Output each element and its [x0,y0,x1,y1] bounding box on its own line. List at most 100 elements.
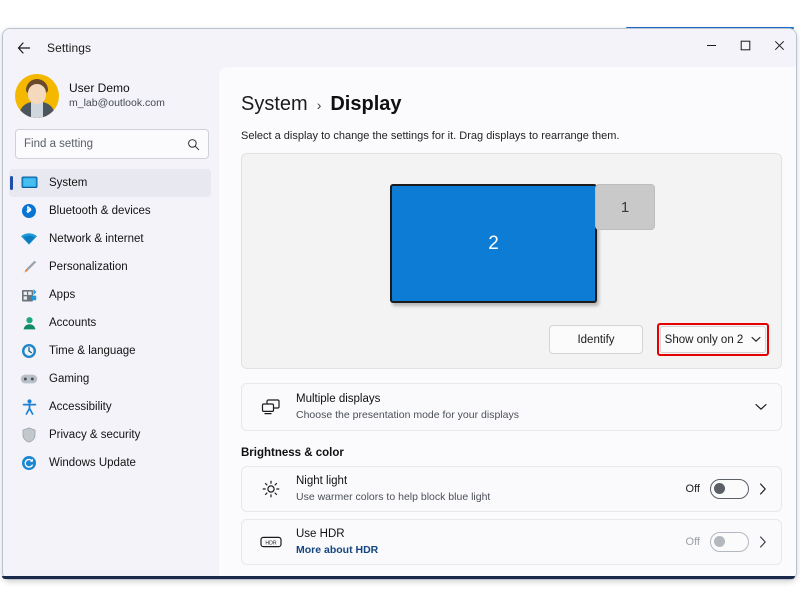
svg-text:HDR: HDR [265,541,276,547]
sidebar-item-system[interactable]: System [9,169,211,197]
row-subtitle: Use warmer colors to help block blue lig… [296,490,491,503]
window-body: User Demo m_lab@outlook.com Find a setti… [3,67,796,579]
monitor-label: 2 [488,232,499,254]
monitor-tile-1[interactable]: 1 [595,184,655,230]
row-text: Multiple displays Choose the presentatio… [296,392,519,422]
projection-highlight-box: Show only on 2 [657,323,769,356]
window-titlebar: Settings [3,29,796,67]
shield-icon [19,426,39,444]
breadcrumb: System › Display [227,67,782,116]
night-light-toggle[interactable] [710,479,749,499]
sidebar-item-label: Windows Update [49,457,136,469]
search-icon [187,138,200,151]
account-text: User Demo m_lab@outlook.com [69,81,165,110]
accessibility-icon [19,398,39,416]
use-hdr-row[interactable]: HDR Use HDR More about HDR Off [241,519,782,565]
settings-window: Settings User Demo m_lab@outlook.com Fin… [2,28,797,580]
sidebar-item-label: System [49,177,88,189]
window-title: Settings [47,41,92,55]
sidebar-item-personalization[interactable]: Personalization [9,253,211,281]
clock-icon [19,342,39,360]
selection-indicator [10,176,13,190]
monitor-label: 1 [620,198,630,216]
breadcrumb-separator: › [316,97,322,113]
page-root: Settings User Demo m_lab@outlook.com Fin… [0,0,800,600]
projection-mode-dropdown[interactable]: Show only on 2 [660,326,766,353]
account-block[interactable]: User Demo m_lab@outlook.com [3,69,219,123]
hdr-toggle[interactable] [710,532,749,552]
sidebar-item-label: Time & language [49,345,136,357]
minimize-button[interactable] [694,29,728,61]
sidebar-item-accounts[interactable]: Accounts [9,309,211,337]
avatar [15,74,59,118]
sidebar-item-label: Gaming [49,373,90,385]
back-button[interactable] [9,33,39,63]
person-icon [19,314,39,332]
sidebar: User Demo m_lab@outlook.com Find a setti… [3,67,219,579]
hdr-icon: HDR [258,535,284,549]
sidebar-item-windows-update[interactable]: Windows Update [9,449,211,477]
sidebar-nav: System Bluetooth & devices Network & int… [3,169,219,477]
account-email: m_lab@outlook.com [69,96,165,109]
projection-mode-value: Show only on 2 [664,333,744,346]
window-bottom-edge [2,576,795,579]
sidebar-item-label: Personalization [49,261,128,273]
chevron-down-icon [751,334,761,346]
row-title: Multiple displays [296,393,381,406]
row-text: Use HDR More about HDR [296,527,378,557]
search-input[interactable] [24,138,187,150]
multiple-displays-row[interactable]: Multiple displays Choose the presentatio… [241,383,782,431]
multiple-displays-icon [258,399,284,415]
back-arrow-icon [17,42,31,54]
minimize-icon [706,44,716,46]
sidebar-item-label: Apps [49,289,76,301]
row-subtitle: Choose the presentation mode for your di… [296,408,519,421]
sidebar-item-time-language[interactable]: Time & language [9,337,211,365]
close-button[interactable] [762,29,796,61]
monitor-canvas: 2 1 [242,176,781,303]
night-light-row[interactable]: Night light Use warmer colors to help bl… [241,466,782,512]
chevron-right-icon[interactable] [759,536,767,548]
monitor-tile-2[interactable]: 2 [390,184,597,303]
panel-actions: Identify Show only on 2 [549,323,769,356]
display-arrangement-panel: 2 1 Identify Show only on 2 [241,153,782,369]
sidebar-item-label: Accounts [49,317,97,329]
bluetooth-icon [19,202,39,220]
maximize-button[interactable] [728,29,762,61]
sidebar-item-apps[interactable]: Apps [9,281,211,309]
sun-icon [258,480,284,498]
search-box[interactable] [15,129,209,159]
night-light-toggle-state: Off [685,483,700,495]
row-title: Night light [296,475,348,488]
breadcrumb-parent[interactable]: System [241,93,308,116]
update-icon [19,454,39,472]
sidebar-item-network-internet[interactable]: Network & internet [9,225,211,253]
section-heading-brightness-color: Brightness & color [241,447,344,459]
hdr-toggle-state: Off [685,536,700,548]
sidebar-item-accessibility[interactable]: Accessibility [9,393,211,421]
row-right: Off [686,479,767,499]
account-name: User Demo [69,81,130,96]
page-title: Display [330,93,402,115]
sidebar-item-label: Bluetooth & devices [49,205,151,217]
window-controls [694,29,796,67]
row-right: Off [686,532,767,552]
sidebar-item-label: Privacy & security [49,429,141,441]
chevron-down-icon[interactable] [755,403,767,411]
row-right [755,403,767,411]
sidebar-item-label: Network & internet [49,233,144,245]
content-pane: System › Display Select a display to cha… [219,67,796,579]
wifi-icon [19,230,39,248]
maximize-icon [740,40,750,50]
page-subtitle: Select a display to change the settings … [241,130,620,142]
sidebar-item-privacy-security[interactable]: Privacy & security [9,421,211,449]
sidebar-item-bluetooth-devices[interactable]: Bluetooth & devices [9,197,211,225]
gamepad-icon [19,370,39,388]
identify-button[interactable]: Identify [549,325,643,354]
monitor-icon [19,174,39,192]
sidebar-item-gaming[interactable]: Gaming [9,365,211,393]
chevron-right-icon[interactable] [759,483,767,495]
close-icon [774,40,784,50]
row-title: Use HDR [296,528,345,541]
more-about-hdr-link[interactable]: More about HDR [296,543,378,557]
